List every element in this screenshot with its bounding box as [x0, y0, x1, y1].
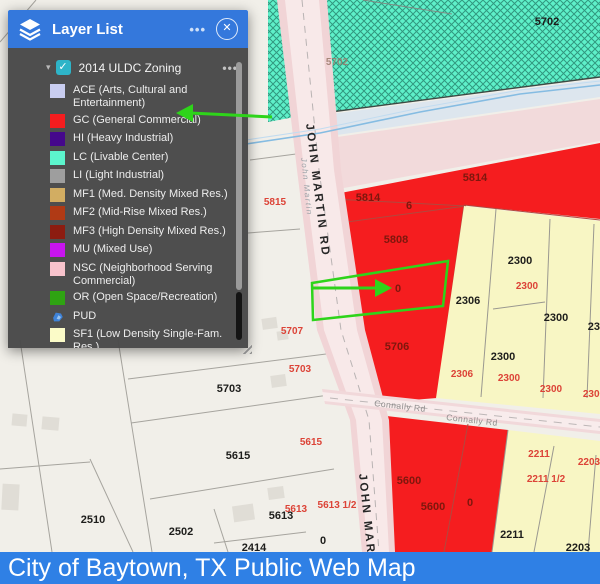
ace-swatch-icon [50, 84, 65, 98]
legend-label: MF2 (Mid-Rise Mixed Res.) [73, 206, 207, 219]
layer-name: 2014 ULDC Zoning [79, 61, 223, 75]
parcel-label: 6 [406, 200, 412, 212]
close-icon[interactable]: ✕ [216, 18, 238, 40]
legend-list: ACE (Arts, Cultural and Entertainment) GC… [8, 84, 248, 348]
chevron-down-icon[interactable]: ▾ [46, 62, 51, 73]
pud-icon [50, 310, 65, 324]
mf3-swatch-icon [50, 225, 65, 239]
legend-item-mf1[interactable]: MF1 (Med. Density Mixed Res.) [50, 188, 248, 203]
nsc-swatch-icon [50, 262, 65, 276]
layer-row-2014-uldc-zoning[interactable]: ▾ ✓ 2014 ULDC Zoning ••• [8, 48, 248, 75]
parcel-label: 5613 [269, 510, 293, 522]
parcel-label: 2300 [491, 351, 515, 363]
legend-item-li[interactable]: LI (Light Industrial) [50, 169, 248, 184]
legend-label: OR (Open Space/Recreation) [73, 291, 217, 304]
mf2-swatch-icon [50, 206, 65, 220]
parcel-label: 2510 [81, 514, 105, 526]
legend-label: SF1 (Low Density Single-Fam. Res.) [73, 328, 231, 348]
parcel-label: 0 [467, 497, 473, 509]
sf1-swatch-icon [50, 328, 65, 342]
parcel-label: 5703 [217, 383, 241, 395]
parcel-label: 2300 [516, 281, 539, 292]
parcel-label: 5814 [356, 192, 381, 204]
parcel-label: 5702 [535, 16, 559, 28]
legend-item-mu[interactable]: MU (Mixed Use) [50, 243, 248, 258]
parcel-label: 5702 [326, 57, 349, 68]
parcel-label: 2300 [588, 321, 600, 333]
parcel-label: 2211 [528, 449, 550, 460]
legend-item-pud[interactable]: PUD [50, 310, 248, 325]
legend-item-ace[interactable]: ACE (Arts, Cultural and Entertainment) [50, 84, 248, 110]
parcel-label: 5615 [226, 450, 250, 462]
app-title: City of Baytown, TX Public Web Map [0, 552, 600, 584]
parcel-label: 2502 [169, 526, 193, 538]
legend-label: ACE (Arts, Cultural and Entertainment) [73, 84, 231, 110]
or-swatch-icon [50, 291, 65, 305]
layer-list-panel: Layer List ••• ✕ ▾ ✓ 2014 ULDC Zoning ••… [8, 10, 248, 348]
panel-title: Layer List [52, 21, 189, 38]
parcel-label: 2203 [578, 457, 600, 468]
legend-item-hi[interactable]: HI (Heavy Industrial) [50, 132, 248, 147]
gc-swatch-icon [50, 114, 65, 128]
parcel-label: 2306 [451, 369, 474, 380]
legend-label: PUD [73, 310, 96, 323]
parcel-label: 5600 [421, 501, 445, 513]
parcel-label: 2211 [500, 529, 524, 541]
legend-label: LI (Light Industrial) [73, 169, 164, 182]
parcel-label: 5703 [289, 364, 312, 375]
layer-list-body: ▾ ✓ 2014 ULDC Zoning ••• ACE (Arts, Cult… [8, 48, 248, 348]
parcel-label: 2300 [544, 312, 568, 324]
parcel-label: 0 [395, 283, 401, 295]
layer-list-header[interactable]: Layer List ••• ✕ [8, 10, 248, 48]
hi-swatch-icon [50, 132, 65, 146]
legend-item-sf1[interactable]: SF1 (Low Density Single-Fam. Res.) [50, 328, 248, 348]
parcel-label: 5707 [281, 326, 304, 337]
legend-label: MF1 (Med. Density Mixed Res.) [73, 188, 228, 201]
panel-menu-button[interactable]: ••• [189, 22, 206, 37]
mu-swatch-icon [50, 243, 65, 257]
layer-checkbox[interactable]: ✓ [56, 60, 71, 75]
pud-swatch-icon [50, 310, 65, 324]
parcel-label: 0 [320, 535, 326, 547]
scrollbar-track[interactable] [236, 292, 242, 340]
legend-item-or[interactable]: OR (Open Space/Recreation) [50, 291, 248, 306]
parcel-label: 2203 [566, 542, 590, 552]
legend-item-mf2[interactable]: MF2 (Mid-Rise Mixed Res.) [50, 206, 248, 221]
parcel-label: 5814 [463, 172, 488, 184]
legend-item-gc[interactable]: GC (General Commercial) [50, 114, 248, 129]
parcel-label: 2306 [456, 295, 480, 307]
scrollbar-thumb[interactable] [236, 62, 242, 290]
footer-bar: City of Baytown, TX Public Web Map [0, 552, 600, 584]
parcel-label: 5706 [385, 341, 409, 353]
legend-item-nsc[interactable]: NSC (Neighborhood Serving Commercial) [50, 262, 248, 288]
mf1-swatch-icon [50, 188, 65, 202]
legend-label: GC (General Commercial) [73, 114, 201, 127]
parcel-label: 5600 [397, 475, 421, 487]
layers-icon [18, 17, 42, 41]
parcel-label: 5808 [384, 234, 408, 246]
parcel-label: 2300 [540, 384, 563, 395]
parcel-label: 5615 [300, 437, 323, 448]
legend-label: MF3 (High Density Mixed Res.) [73, 225, 226, 238]
lc-swatch-icon [50, 151, 65, 165]
legend-label: LC (Livable Center) [73, 151, 168, 164]
parcel-label: 5815 [264, 197, 287, 208]
parcel-label: 2300 [498, 373, 521, 384]
parcel-label: 2211 1/2 [527, 474, 566, 485]
legend-label: HI (Heavy Industrial) [73, 132, 173, 145]
li-swatch-icon [50, 169, 65, 183]
parcel-label: 2300 [508, 255, 532, 267]
parcel-label: 2300 [583, 389, 600, 400]
legend-item-mf3[interactable]: MF3 (High Density Mixed Res.) [50, 225, 248, 240]
legend-label: MU (Mixed Use) [73, 243, 152, 256]
parcel-label: 2414 [242, 542, 267, 552]
parcel-label: 5613 1/2 [318, 500, 357, 511]
legend-item-lc[interactable]: LC (Livable Center) [50, 151, 248, 166]
legend-label: NSC (Neighborhood Serving Commercial) [73, 262, 231, 288]
